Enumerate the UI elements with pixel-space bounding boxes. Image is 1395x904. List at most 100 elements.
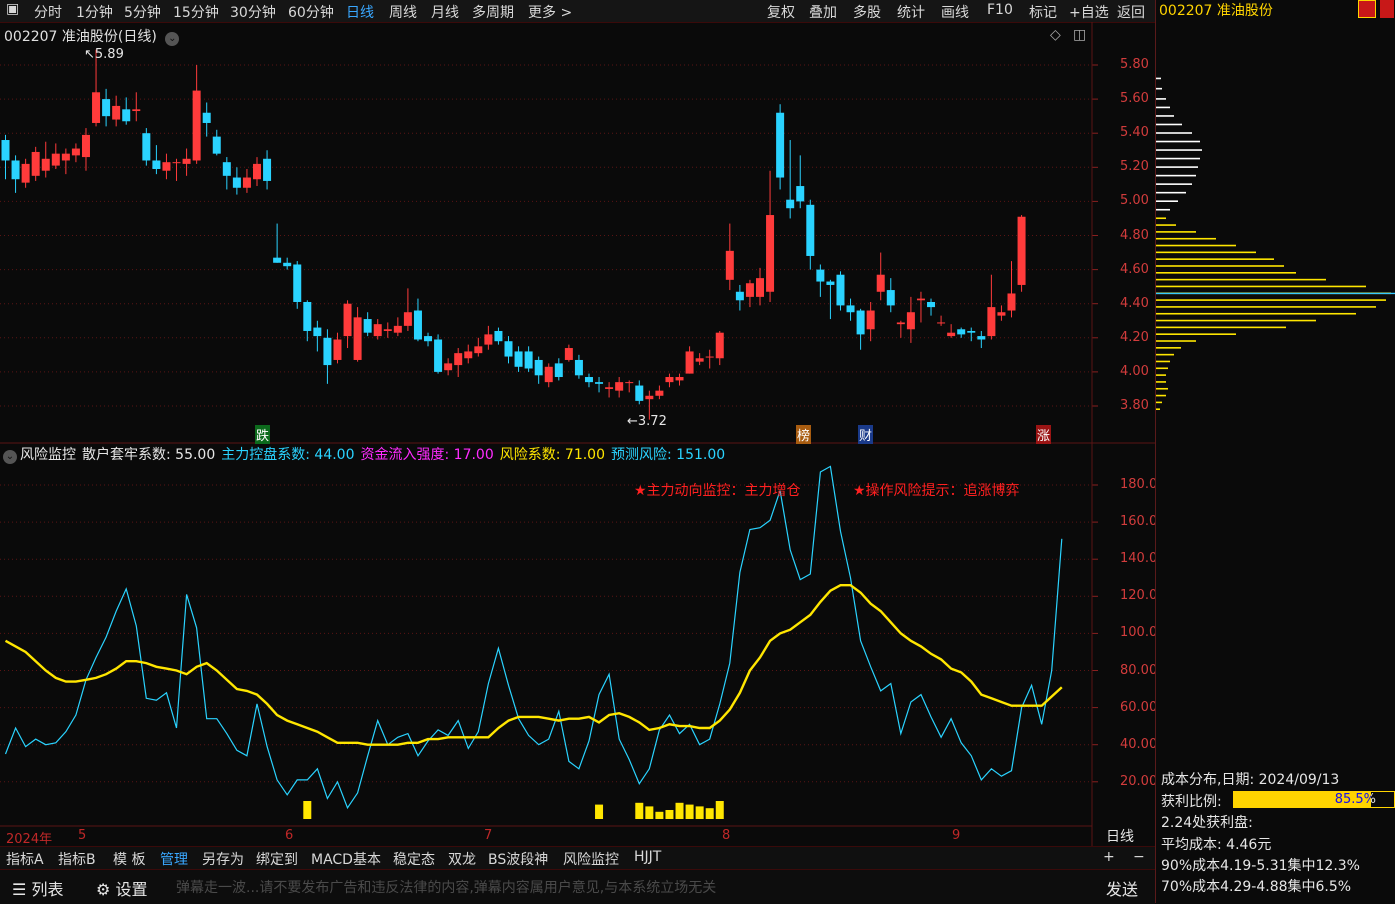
- event-tag-finance[interactable]: 财: [858, 425, 874, 444]
- candle-body: [383, 329, 392, 331]
- cost-profile-bar: [1156, 360, 1170, 363]
- cost-profile-bar: [1156, 340, 1196, 342]
- low-price-value: 3.72: [637, 414, 667, 429]
- candle-body: [393, 325, 402, 333]
- candle-body: [363, 319, 372, 333]
- candle-body: [454, 353, 463, 366]
- candle-body: [786, 199, 795, 209]
- list-icon: ☰: [12, 880, 27, 899]
- tab-save-as[interactable]: 另存为: [202, 849, 244, 869]
- candle-body: [353, 317, 362, 360]
- chart-toggle-icon[interactable]: [1358, 0, 1376, 18]
- tab-indicator-a[interactable]: 指标A: [6, 849, 44, 869]
- indicator-values: 散户套牢系数: 55.00 主力控盘系数: 44.00 资金流入强度: 17.00 风…: [82, 447, 731, 463]
- gear-icon: ⚙: [96, 880, 111, 899]
- date-axis-month-8: 8: [722, 828, 731, 843]
- tab-indicator-b[interactable]: 指标B: [58, 849, 96, 869]
- candle-body: [615, 382, 624, 391]
- high-price-value: 5.89: [94, 47, 124, 62]
- signal-bar-series: [303, 801, 724, 819]
- price-axis-label: 5.20: [1120, 159, 1149, 175]
- candle-body: [333, 339, 342, 360]
- candle-body: [645, 395, 654, 400]
- tab-risk-monitor[interactable]: 风险监控: [563, 849, 619, 869]
- signal-bar: [715, 801, 724, 819]
- candle-body: [323, 337, 332, 366]
- candle-body: [816, 269, 825, 282]
- candle-body: [41, 158, 50, 171]
- indicator-value-2: 资金流入强度: 17.00: [360, 447, 494, 463]
- cost-profile-chart: [1156, 77, 1395, 411]
- candle-body: [283, 262, 292, 267]
- candle-body: [192, 90, 201, 161]
- tab-manage[interactable]: 管理: [160, 849, 188, 869]
- candle-body: [595, 382, 604, 384]
- tab-bind-to[interactable]: 绑定到: [256, 849, 298, 869]
- date-axis-month-7: 7: [484, 828, 493, 843]
- candle-body: [534, 359, 543, 376]
- candle-body: [544, 366, 553, 383]
- candle-body: [705, 356, 714, 358]
- cost-profile-bar: [1156, 140, 1200, 143]
- indicator-name[interactable]: 风险监控: [20, 447, 76, 463]
- zoom-in-button[interactable]: +: [1103, 849, 1115, 865]
- cost-profile-bar: [1156, 387, 1168, 390]
- candle-body: [142, 133, 151, 161]
- list-label: 列表: [31, 880, 64, 899]
- send-button[interactable]: 发送: [1106, 876, 1138, 900]
- candle-body: [514, 351, 523, 367]
- indicator-value-3: 风险系数: 71.00: [499, 447, 605, 463]
- signal-bar: [303, 801, 312, 819]
- price-axis-label: 4.00: [1120, 363, 1149, 379]
- profit-ratio-label: 获利比例:: [1161, 794, 1222, 810]
- list-button[interactable]: ☰ 列表: [12, 876, 63, 900]
- panel-stock-name: 002207 准油股份: [1159, 3, 1273, 19]
- cost-profile-bar: [1156, 285, 1366, 288]
- cost-profile-bar: [1156, 115, 1174, 117]
- candle-body: [303, 301, 312, 331]
- tab-double-dragon[interactable]: 双龙: [448, 849, 476, 869]
- price-axis-label: 4.60: [1120, 261, 1149, 277]
- tab-macd[interactable]: MACD基本: [311, 849, 381, 869]
- indicator-tabs: 指标A 指标B 模 板 管理 另存为 绑定到 MACD基本 稳定态 双龙 BS波…: [0, 846, 1155, 869]
- tab-hjjt[interactable]: HJJT: [634, 849, 661, 865]
- candle-body: [373, 324, 382, 337]
- signal-bar: [635, 802, 644, 819]
- tab-template[interactable]: 模 板: [113, 849, 145, 869]
- event-tag-fall[interactable]: 跌: [255, 425, 271, 444]
- candle-body: [927, 301, 936, 308]
- price-axis-label: 3.80: [1120, 398, 1149, 413]
- candle-body: [403, 312, 412, 326]
- tab-stable[interactable]: 稳定态: [393, 849, 435, 869]
- candle-body: [464, 351, 473, 359]
- indicator-toggle-icon[interactable]: ⌄: [3, 450, 17, 464]
- cost-profile-bar: [1156, 208, 1170, 211]
- panel-switch-icon[interactable]: [1380, 0, 1394, 18]
- event-tag-rise[interactable]: 涨: [1036, 425, 1052, 444]
- cost-title: 成本分布,日期: 2024/09/13: [1161, 772, 1340, 788]
- cost-profile-bar: [1156, 272, 1296, 274]
- danmaku-input[interactable]: 弹幕走一波...请不要发布广告和违反法律的内容,弹幕内容属用户意见,与本系统立场…: [176, 877, 716, 897]
- zoom-out-button[interactable]: −: [1133, 849, 1145, 865]
- candle-body: [776, 112, 785, 178]
- indicator-value-0: 散户套牢系数: 55.00: [82, 447, 216, 463]
- candle-body: [61, 153, 70, 161]
- low-price-annotation: ←3.72: [627, 414, 667, 429]
- candle-body: [886, 290, 895, 306]
- candle-body: [987, 307, 996, 337]
- cost-profile-bar: [1156, 191, 1186, 194]
- tab-bs-band[interactable]: BS波段神: [488, 849, 548, 869]
- cost-profile-bar: [1156, 77, 1161, 80]
- candle-body: [504, 341, 513, 357]
- candle-body: [434, 339, 443, 372]
- settings-button[interactable]: ⚙ 设置: [96, 876, 147, 900]
- price-axis-label: 4.20: [1120, 329, 1149, 345]
- candle-body: [343, 303, 352, 337]
- candle-body: [574, 359, 583, 376]
- signal-bar: [695, 806, 704, 819]
- cost-profile-bar: [1156, 258, 1274, 260]
- indicator-axis-label: 100.0: [1120, 625, 1158, 641]
- cost-profile-bar: [1156, 123, 1182, 126]
- candle-body: [21, 163, 30, 183]
- event-tag-rank[interactable]: 榜: [796, 425, 812, 444]
